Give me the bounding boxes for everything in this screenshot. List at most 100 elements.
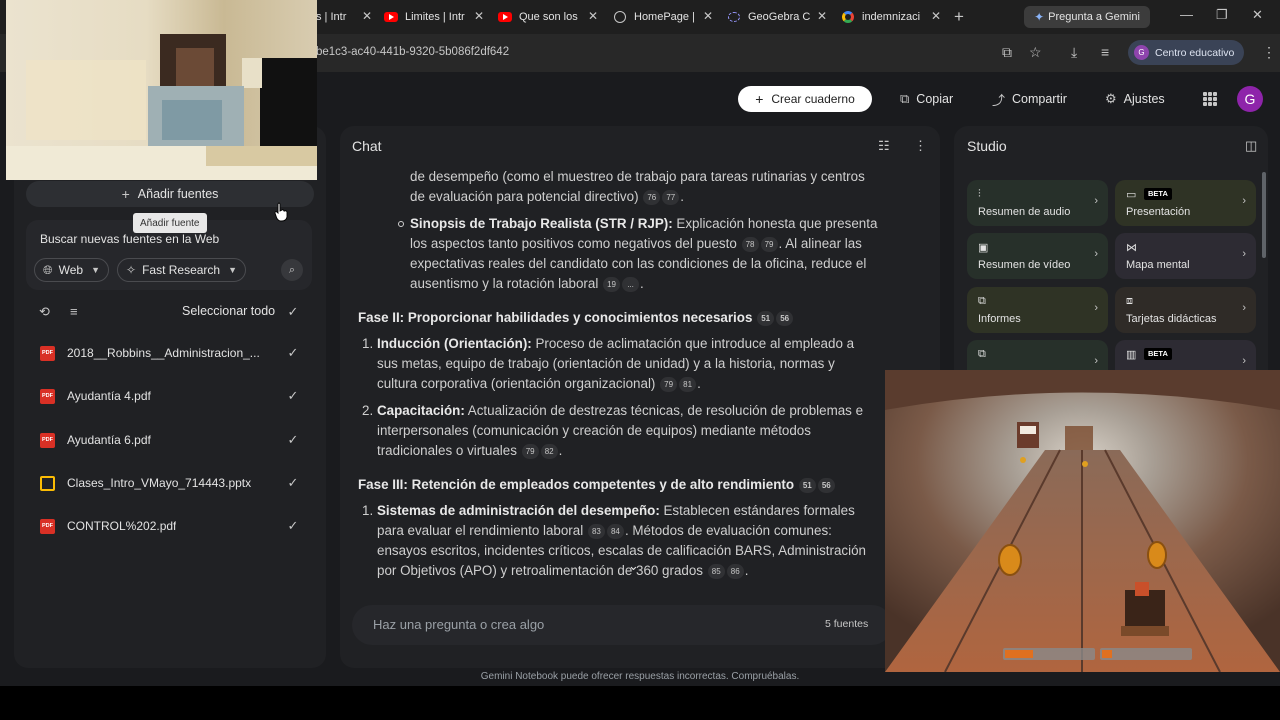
source-checkbox[interactable]: ✓ bbox=[285, 388, 301, 404]
browser-tab[interactable]: HomePage | ✕ bbox=[613, 4, 717, 30]
search-icon[interactable]: ⌕ bbox=[281, 259, 303, 281]
bookmark-star-icon[interactable]: ☆ bbox=[1029, 44, 1042, 61]
studio-card-flashcards[interactable]: ⧈ Tarjetas didácticas › bbox=[1115, 287, 1256, 333]
response-line: cultura corporativa (orientación organiz… bbox=[377, 376, 701, 392]
source-name: Ayudantía 4.pdf bbox=[67, 389, 151, 403]
gemini-tab-button[interactable]: ✦ Pregunta a Gemini bbox=[1024, 6, 1150, 28]
studio-card-reports[interactable]: ⧉ Informes › bbox=[967, 287, 1108, 333]
close-icon[interactable]: ✕ bbox=[931, 9, 941, 23]
studio-card-infographic[interactable]: ▥ BETA › bbox=[1115, 340, 1256, 370]
browser-menu-icon[interactable]: ⋮ bbox=[1262, 44, 1276, 61]
chat-settings-icon[interactable]: ☷ bbox=[878, 138, 890, 154]
tab-label: s | Intr bbox=[316, 11, 347, 23]
response-line: tradicionales o virtuales 79 82. bbox=[377, 443, 563, 459]
source-checkbox[interactable]: ✓ bbox=[285, 518, 301, 534]
citation-chip[interactable]: 79 bbox=[660, 377, 678, 392]
citation-chip[interactable]: 51 bbox=[798, 478, 816, 493]
source-checkbox[interactable]: ✓ bbox=[285, 345, 301, 361]
video-icon: ▣ bbox=[978, 242, 989, 254]
citation-chip[interactable]: ... bbox=[622, 277, 640, 292]
refresh-icon[interactable]: ⟲ bbox=[39, 304, 50, 320]
geogebra-icon bbox=[727, 10, 741, 24]
response-line: Capacitación: Actualización de destrezas… bbox=[377, 403, 864, 418]
research-mode-select[interactable]: ✧ Fast Research ▼ bbox=[117, 258, 247, 282]
settings-button[interactable]: ⚙ Ajustes bbox=[1105, 86, 1165, 112]
citation-chip[interactable]: 86 bbox=[726, 564, 744, 579]
studio-card-audio-summary[interactable]: ⫶ Resumen de audio › bbox=[967, 180, 1108, 226]
source-item[interactable]: PDF 2018__Robbins__Administracion_... bbox=[40, 343, 310, 363]
browser-tab[interactable]: Que son los ✕ bbox=[498, 4, 602, 30]
install-app-icon[interactable]: ⧉ bbox=[1002, 44, 1012, 61]
citation-chip[interactable]: 56 bbox=[817, 478, 835, 493]
studio-card-label: Resumen de vídeo bbox=[978, 259, 1071, 271]
new-tab-icon[interactable]: + bbox=[954, 7, 964, 27]
citation-chip[interactable]: 19 bbox=[603, 277, 621, 292]
copy-button[interactable]: ⧉ Copiar bbox=[900, 86, 953, 112]
close-icon[interactable]: ✕ bbox=[362, 9, 372, 23]
close-icon[interactable]: ✕ bbox=[703, 9, 713, 23]
source-checkbox[interactable]: ✓ bbox=[285, 432, 301, 448]
citation-chip[interactable]: 82 bbox=[540, 444, 558, 459]
audio-icon: ⫶ bbox=[978, 188, 981, 200]
studio-scrollbar[interactable] bbox=[1262, 172, 1266, 258]
media-control-icon[interactable]: ≡ bbox=[1101, 44, 1109, 60]
panel-collapse-icon[interactable]: ◫ bbox=[1245, 138, 1257, 154]
select-all-checkbox[interactable]: ✓ bbox=[285, 304, 301, 320]
chevron-right-icon: › bbox=[1094, 195, 1098, 207]
close-icon[interactable]: ✕ bbox=[588, 9, 598, 23]
citation-chip[interactable]: 51 bbox=[757, 311, 775, 326]
studio-card-video-summary[interactable]: ▣ Resumen de vídeo › bbox=[967, 233, 1108, 279]
url-text[interactable]: be1c3-ac40-441b-9320-5b086f2df642 bbox=[316, 46, 509, 58]
source-checkbox[interactable]: ✓ bbox=[285, 475, 301, 491]
share-button[interactable]: ⤴ Compartir bbox=[992, 86, 1067, 112]
web-search-label[interactable]: Buscar nuevas fuentes en la Web bbox=[40, 232, 219, 246]
citation-chip[interactable]: 79 bbox=[521, 444, 539, 459]
apps-grid-icon[interactable] bbox=[1203, 92, 1217, 106]
phase-heading: Fase II: Proporcionar habilidades y cono… bbox=[358, 308, 794, 328]
chevron-right-icon: › bbox=[1242, 355, 1246, 367]
citation-chip[interactable]: 85 bbox=[707, 564, 725, 579]
minimize-icon[interactable]: — bbox=[1180, 7, 1193, 22]
citation-chip[interactable]: 76 bbox=[643, 190, 661, 205]
response-line: sus metas, equipo de trabajo (orientació… bbox=[377, 356, 835, 371]
browser-tab[interactable]: s | Intr ✕ bbox=[316, 4, 376, 30]
source-name: 2018__Robbins__Administracion_... bbox=[67, 346, 260, 360]
create-notebook-button[interactable]: + Crear cuaderno bbox=[738, 86, 872, 112]
tab-label: Limites | Intr bbox=[405, 11, 465, 23]
source-item[interactable]: Clases_Intro_VMayo_714443.pptx bbox=[40, 473, 310, 493]
chat-more-icon[interactable]: ⋮ bbox=[914, 138, 927, 154]
pdf-file-icon: PDF bbox=[40, 518, 55, 534]
source-item[interactable]: PDF Ayudantía 4.pdf bbox=[40, 386, 310, 406]
download-icon[interactable]: ⤓ bbox=[1071, 44, 1077, 61]
source-item[interactable]: PDF Ayudantía 6.pdf bbox=[40, 430, 310, 450]
google-icon bbox=[841, 10, 855, 24]
maximize-icon[interactable]: ❐ bbox=[1216, 7, 1228, 23]
studio-card-presentation[interactable]: ▭ BETA Presentación › bbox=[1115, 180, 1256, 226]
close-window-icon[interactable]: ✕ bbox=[1252, 7, 1263, 23]
browser-tab[interactable]: indemnizaci ✕ bbox=[841, 4, 945, 30]
pdf-file-icon: PDF bbox=[40, 345, 55, 361]
citation-chip[interactable]: 83 bbox=[587, 524, 605, 539]
citation-chip[interactable]: 84 bbox=[606, 524, 624, 539]
citation-chip[interactable]: 78 bbox=[741, 237, 759, 252]
list-number: 2. bbox=[362, 403, 374, 418]
web-source-select[interactable]: 🌐︎ Web ▼ bbox=[34, 258, 109, 282]
sort-icon[interactable]: ≡ bbox=[70, 304, 78, 319]
studio-card-mind-map[interactable]: ⋈ Mapa mental › bbox=[1115, 233, 1256, 279]
chevron-right-icon: › bbox=[1242, 195, 1246, 207]
studio-card-quiz[interactable]: ⧉ › bbox=[967, 340, 1108, 370]
close-icon[interactable]: ✕ bbox=[817, 9, 827, 23]
citation-chip[interactable]: 56 bbox=[776, 311, 794, 326]
user-avatar[interactable]: G bbox=[1237, 86, 1263, 112]
add-sources-button[interactable]: + Añadir fuentes bbox=[26, 181, 314, 207]
chevron-down-icon: ▼ bbox=[91, 265, 100, 275]
browser-tab[interactable]: GeoGebra C ✕ bbox=[727, 4, 831, 30]
citation-chip[interactable]: 79 bbox=[760, 237, 778, 252]
profile-button[interactable]: G Centro educativo bbox=[1128, 40, 1244, 65]
scroll-down-icon[interactable]: ⌄ bbox=[628, 558, 639, 574]
citation-chip[interactable]: 77 bbox=[662, 190, 680, 205]
source-item[interactable]: PDF CONTROL%202.pdf bbox=[40, 516, 310, 536]
close-icon[interactable]: ✕ bbox=[474, 9, 484, 23]
browser-tab[interactable]: Limites | Intr ✕ bbox=[384, 4, 488, 30]
citation-chip[interactable]: 81 bbox=[679, 377, 697, 392]
